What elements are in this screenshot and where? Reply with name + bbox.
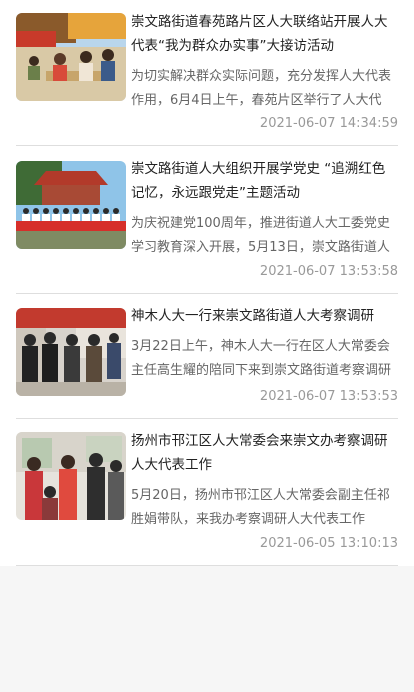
- news-timestamp: 2021-06-05 13:10:13: [259, 536, 398, 551]
- news-timestamp: 2021-06-07 14:34:59: [259, 116, 398, 131]
- news-title[interactable]: 崇文路街道春苑路片区人大联络站开展人大代表“我为群众办实事”大接访活动: [131, 10, 398, 58]
- news-thumbnail[interactable]: [16, 13, 126, 101]
- photo-meeting-outdoor-icon: [16, 13, 126, 101]
- news-title[interactable]: 扬州市邗江区人大常委会来崇文办考察调研人大代表工作: [131, 429, 398, 477]
- news-summary: 为庆祝建党100周年，推进街道人大工委党史学习教育深入开展，5月13日，崇文路街…: [131, 216, 390, 255]
- news-title[interactable]: 神木人大一行来崇文路街道人大考察调研: [131, 304, 398, 328]
- photo-delegation-icon: [16, 432, 126, 520]
- news-timestamp: 2021-06-07 13:53:58: [259, 264, 398, 279]
- news-item[interactable]: 崇文路街道春苑路片区人大联络站开展人大代表“我为群众办实事”大接访活动 为切实解…: [16, 0, 398, 146]
- news-timestamp: 2021-06-07 13:53:53: [259, 389, 398, 404]
- news-thumbnail[interactable]: [16, 432, 126, 520]
- news-summary: 3月22日上午，神木人大一行在区人大常委会主任高生耀的陪同下来到崇文路街道考察调…: [131, 339, 392, 378]
- photo-group-banner-icon: [16, 161, 126, 249]
- news-item[interactable]: 崇文路街道人大组织开展学党史 “追溯红色记忆，永远跟党走”主题活动 为庆祝建党1…: [16, 147, 398, 294]
- news-summary: 为切实解决群众实际问题，充分发挥人大代表作用，6月4日上午，春苑片区举行了人大代…: [131, 69, 392, 108]
- news-thumbnail[interactable]: [16, 161, 126, 249]
- news-item[interactable]: 神木人大一行来崇文路街道人大考察调研 3月22日上午，神木人大一行在区人大常委会…: [16, 294, 398, 419]
- news-list: 崇文路街道春苑路片区人大联络站开展人大代表“我为群众办实事”大接访活动 为切实解…: [0, 0, 414, 566]
- news-title[interactable]: 崇文路街道人大组织开展学党史 “追溯红色记忆，永远跟党走”主题活动: [131, 157, 398, 205]
- news-summary: 5月20日，扬州市邗江区人大常委会副主任祁胜娟带队，来我办考察调研人大代表工作: [131, 488, 390, 527]
- news-item[interactable]: 扬州市邗江区人大常委会来崇文办考察调研人大代表工作 5月20日，扬州市邗江区人大…: [16, 419, 398, 566]
- news-thumbnail[interactable]: [16, 308, 126, 396]
- photo-visit-indoor-icon: [16, 308, 126, 396]
